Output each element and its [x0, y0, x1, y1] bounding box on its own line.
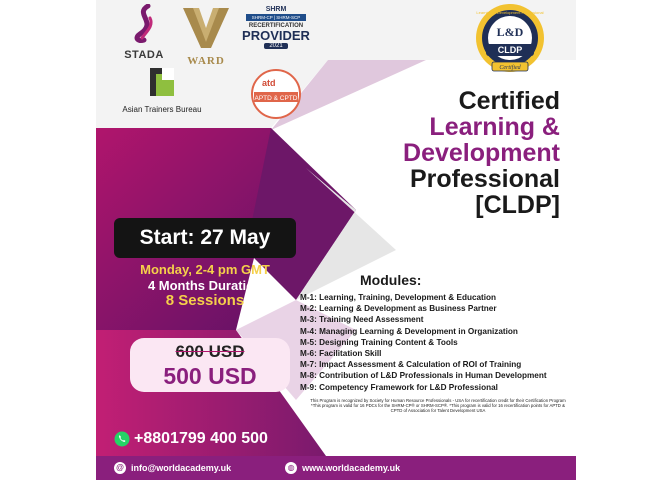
phone-number: +8801799 400 500 — [134, 430, 268, 447]
stada-logo: STADA — [114, 3, 174, 66]
shrm-brand: SHRM — [265, 6, 287, 13]
shrm-logo: SHRM SHRM-CP | SHRM-SCP RECERTIFICATION … — [240, 6, 312, 64]
schedule-sessions: 8 Sessions — [165, 292, 245, 309]
footer-website-link[interactable]: ◍ www.worldacademy.uk — [285, 462, 400, 474]
price-box: 600 USD 500 USD — [130, 338, 290, 392]
footer-email: info@worldacademy.uk — [131, 463, 232, 473]
old-price: 600 USD — [175, 342, 245, 361]
module-item: M-8: Contribution of L&D Professionals i… — [300, 371, 547, 381]
shrm-line2: PROVIDER — [242, 28, 310, 43]
atd-seal-icon: atd APTD & CPTD — [251, 69, 301, 119]
atd-brand: atd — [262, 78, 276, 88]
globe-icon: ◍ — [285, 462, 298, 474]
svg-text:L&D: L&D — [497, 25, 524, 39]
ward-w-icon — [183, 8, 229, 48]
title-line-1: Certified — [458, 87, 560, 115]
module-item: M-7: Impact Assessment & Calculation of … — [300, 360, 522, 370]
module-item: M-9: Competency Framework for L&D Profes… — [300, 382, 498, 392]
atb-text: Asian Trainers Bureau — [122, 105, 202, 114]
footer-email-link[interactable]: @ info@worldacademy.uk — [114, 462, 231, 474]
cldp-certified-badge-icon: L&D CLDP Certified Learning & Developmen… — [476, 4, 544, 72]
module-item: M-1: Learning, Training, Development & E… — [300, 293, 497, 302]
module-item: M-2: Learning & Development as Business … — [300, 304, 497, 314]
title-line-5: [CLDP] — [475, 191, 560, 219]
title-line-4: Professional — [409, 165, 560, 193]
new-price: 500 USD — [163, 363, 257, 389]
footer-bar: @ info@worldacademy.uk ◍ www.worldacadem… — [96, 456, 576, 480]
shrm-levels: SHRM-CP | SHRM-SCP — [246, 14, 306, 21]
footer-website: www.worldacademy.uk — [302, 463, 401, 473]
poster: STADA WARD SHRM SHRM-CP | SHRM-SCP RECER… — [96, 0, 576, 480]
atd-logo: atd APTD & CPTD — [236, 68, 316, 122]
recognition-footnote: This Program is recognized by Society fo… — [310, 398, 566, 414]
atb-block-icon — [150, 68, 174, 96]
title-line-3: Development — [403, 139, 560, 167]
cldp-badge-bottom: Certified — [499, 64, 521, 71]
title-line-2: Learning & — [429, 113, 560, 141]
stada-text: STADA — [124, 49, 164, 61]
atd-tag: APTD & CPTD — [255, 95, 298, 102]
module-item: M-4: Managing Learning & Development in … — [300, 326, 518, 336]
phone-contact[interactable]: +8801799 400 500 — [114, 430, 268, 448]
asian-trainers-logo: Asian Trainers Bureau — [114, 62, 210, 120]
whatsapp-icon — [114, 431, 130, 447]
ward-logo: WARD — [178, 6, 234, 68]
module-item: M-3: Training Need Assessment — [300, 315, 424, 325]
cldp-badge-center: CLDP — [498, 45, 523, 55]
module-item: M-5: Designing Training Content & Tools — [300, 337, 458, 347]
modules-heading: Modules: — [360, 272, 422, 288]
cldp-badge-ring: Learning & Development Professional — [476, 10, 543, 15]
module-item: M-6: Facilitation Skill — [300, 349, 382, 359]
stada-swirl-icon — [134, 3, 153, 43]
schedule-day-time: Monday, 2-4 pm GMT — [140, 262, 270, 277]
start-date-box: Start: 27 May — [114, 218, 296, 258]
shrm-year: 2021 — [264, 43, 288, 49]
modules-list: M-1: Learning, Training, Development & E… — [300, 292, 572, 393]
email-at-icon: @ — [114, 462, 126, 474]
